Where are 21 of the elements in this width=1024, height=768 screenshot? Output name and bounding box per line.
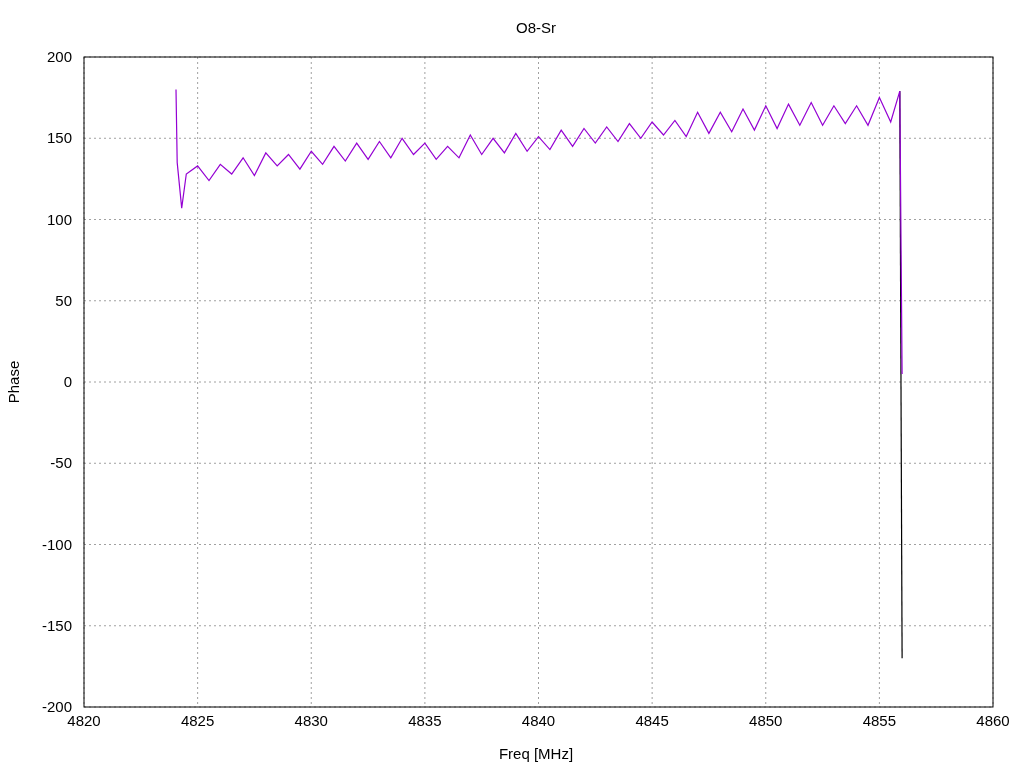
x-tick-label: 4860 bbox=[976, 712, 1010, 729]
x-tick-label: 4845 bbox=[635, 712, 669, 729]
y-axis-label: Phase bbox=[5, 360, 22, 404]
y-tick-label: -50 bbox=[50, 454, 72, 472]
y-tick-label: 200 bbox=[46, 48, 72, 65]
y-tick-label: -100 bbox=[41, 535, 72, 553]
y-tick-label: 50 bbox=[55, 291, 72, 309]
x-tick-label: 4840 bbox=[521, 712, 556, 729]
chart-title: O8-Sr bbox=[516, 19, 556, 36]
x-tick-label: 4850 bbox=[749, 712, 783, 729]
y-tick-label: 100 bbox=[46, 210, 72, 228]
x-tick-label: 4835 bbox=[408, 712, 442, 729]
x-tick-label: 4825 bbox=[180, 712, 215, 729]
y-tick-label: 150 bbox=[46, 129, 72, 147]
y-tick-label: -200 bbox=[41, 698, 72, 715]
x-tick-label: 4820 bbox=[67, 712, 101, 729]
y-tick-label: -150 bbox=[41, 616, 72, 634]
x-tick-label: 4855 bbox=[862, 712, 897, 729]
x-axis-label: Freq [MHz] bbox=[498, 745, 574, 762]
y-tick-label: 0 bbox=[63, 373, 72, 390]
x-tick-label: 4830 bbox=[294, 712, 328, 729]
